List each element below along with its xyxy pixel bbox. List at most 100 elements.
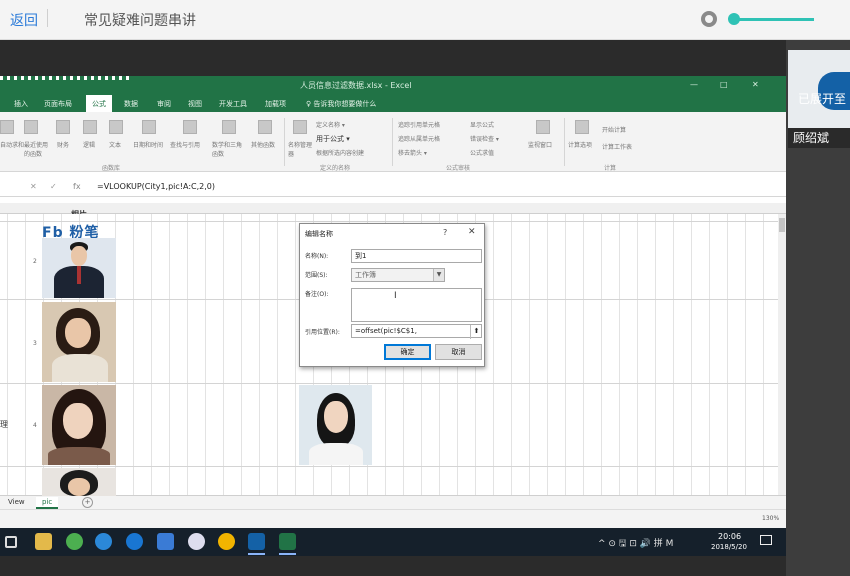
maximize-button[interactable]: □ [720, 80, 728, 89]
kugou-icon[interactable] [126, 533, 143, 550]
tab-insert[interactable]: 插入 [14, 99, 28, 109]
excel-app-icon[interactable] [279, 533, 296, 550]
error-checking-button[interactable]: 错误检查 ▾ [470, 134, 499, 143]
scope-select[interactable]: 工作簿 [351, 268, 445, 282]
tab-developer[interactable]: 开发工具 [219, 99, 247, 109]
sheet-tab-pic[interactable]: pic [36, 497, 59, 509]
task-view-icon[interactable] [5, 536, 17, 548]
define-name-button[interactable]: 定义名称 ▾ [316, 120, 345, 129]
photo-woman-2[interactable] [42, 385, 116, 465]
more-functions-label: 其他函数 [251, 142, 276, 149]
logical-icon[interactable] [83, 120, 97, 134]
app-green-icon[interactable] [66, 533, 83, 550]
chrome-icon[interactable] [218, 533, 235, 550]
tab-page-layout[interactable]: 页面布局 [44, 99, 72, 109]
add-sheet-button[interactable]: + [82, 497, 93, 508]
tab-formulas[interactable]: 公式 [86, 95, 112, 112]
cell-text: 理 [0, 420, 8, 429]
collapse-dialog-icon[interactable]: ⬆ [470, 325, 482, 339]
lookup-reference-icon[interactable] [183, 120, 197, 134]
divider [47, 9, 48, 27]
back-button[interactable]: 返回 [10, 10, 38, 30]
insert-function-icon[interactable]: fx [73, 182, 81, 191]
zoom-level[interactable]: 130% [762, 515, 779, 522]
dialog-close-button[interactable]: ✕ [468, 227, 476, 237]
minimize-button[interactable]: — [690, 80, 698, 89]
date-time-icon[interactable] [142, 120, 156, 134]
calc-options-label[interactable]: 计算选项 [568, 140, 592, 149]
fenbi-app-icon[interactable] [248, 533, 265, 550]
tab-data[interactable]: 数据 [124, 99, 138, 109]
recent-functions-label: 最近使用的函数 [24, 142, 49, 158]
calc-now-button[interactable]: 开始计算 [602, 125, 626, 134]
name-manager-label[interactable]: 名称管理器 [288, 140, 312, 158]
tab-review[interactable]: 审阅 [157, 99, 171, 109]
system-tray[interactable]: ^ ⊙ 🖫 ⊡ 🔊 拼 M [598, 536, 673, 552]
ribbon-divider [392, 118, 393, 166]
remove-arrows-button[interactable]: 移去箭头 ▾ [398, 148, 427, 157]
notification-icon[interactable] [760, 535, 772, 545]
playback-speed-icon[interactable] [701, 11, 717, 27]
calc-sheet-button[interactable]: 计算工作表 [602, 142, 632, 151]
calc-options-icon[interactable] [575, 120, 589, 134]
name-input[interactable]: 到1 [351, 249, 482, 263]
math-trig-label: 数学和三角函数 [212, 142, 243, 158]
quick-access-toolbar[interactable] [0, 76, 132, 80]
close-window-button[interactable]: ✕ [752, 80, 759, 89]
camera-banner: 已展开至 [798, 92, 847, 106]
watch-window-label[interactable]: 监视窗口 [528, 140, 552, 149]
app-blue-icon[interactable] [157, 533, 174, 550]
show-formulas-button[interactable]: 显示公式 [470, 120, 494, 129]
row-number: 3 [33, 340, 37, 347]
search-app-icon[interactable] [95, 533, 112, 550]
tab-addins[interactable]: 加载项 [265, 99, 286, 109]
sheet-tab-view[interactable]: View [2, 497, 31, 509]
row-number: 2 [33, 258, 37, 265]
create-from-selection-button[interactable]: 根据所选内容创建 [316, 148, 364, 157]
evaluate-formula-button[interactable]: 公式求值 [470, 148, 494, 157]
refers-to-label: 引用位置(R): [305, 329, 340, 336]
refers-to-input[interactable]: =offset(pic!$C$1, [351, 324, 482, 338]
formula-input[interactable]: =VLOOKUP(City1,pic!A:C,2,0) [97, 182, 215, 191]
enter-icon[interactable]: ✓ [50, 182, 57, 191]
financial-icon[interactable] [56, 120, 70, 134]
ribbon-divider [284, 118, 285, 166]
progress-slider-handle[interactable] [728, 13, 740, 25]
photo-man-suit[interactable] [42, 238, 116, 298]
comment-textarea[interactable] [351, 288, 482, 322]
recent-functions-icon[interactable] [24, 120, 38, 134]
name-manager-icon[interactable] [293, 120, 307, 134]
progress-slider-track[interactable] [734, 18, 814, 21]
cancel-icon[interactable]: ✕ [30, 182, 37, 191]
help-button[interactable]: ? [443, 228, 447, 237]
name-label: 名称(N): [305, 253, 329, 260]
file-explorer-icon[interactable] [35, 533, 52, 550]
math-trig-icon[interactable] [222, 120, 236, 134]
ok-button[interactable]: 确定 [384, 344, 431, 360]
more-functions-icon[interactable] [258, 120, 272, 134]
cancel-button[interactable]: 取消 [435, 344, 482, 360]
use-in-formula-button[interactable]: 用于公式 ▾ [316, 134, 350, 144]
formula-bar: ✕ ✓ fx =VLOOKUP(City1,pic!A:C,2,0) [0, 179, 786, 197]
photo-woman-selected[interactable] [299, 385, 372, 465]
group-formula-auditing: 公式审核 [446, 165, 471, 172]
vertical-scrollbar[interactable] [778, 214, 786, 495]
photo-partial[interactable] [42, 468, 116, 496]
scrollbar-thumb[interactable] [779, 218, 785, 232]
row-divider [0, 221, 778, 222]
trace-dependents-button[interactable]: 追踪从属单元格 [398, 134, 440, 143]
app-cloud-icon[interactable] [188, 533, 205, 550]
clock-date[interactable]: 2018/5/20 [711, 543, 747, 551]
autosum-icon[interactable] [0, 120, 14, 134]
photo-woman-1[interactable] [42, 302, 116, 382]
ribbon-tabs: 插入 页面布局 公式 数据 审阅 视图 开发工具 加载项 ♀ 告诉我你想要做什么 [0, 95, 786, 112]
trace-precedents-button[interactable]: 追踪引用单元格 [398, 120, 440, 129]
chevron-down-icon[interactable]: ▼ [433, 269, 444, 281]
text-icon[interactable] [109, 120, 123, 134]
tell-me-search[interactable]: ♀ 告诉我你想要做什么 [306, 99, 376, 109]
logical-label: 逻辑 [83, 142, 96, 149]
status-bar: 130% [0, 509, 786, 528]
clock-time[interactable]: 20:06 [718, 532, 741, 541]
tab-view[interactable]: 视图 [188, 99, 202, 109]
watch-window-icon[interactable] [536, 120, 550, 134]
